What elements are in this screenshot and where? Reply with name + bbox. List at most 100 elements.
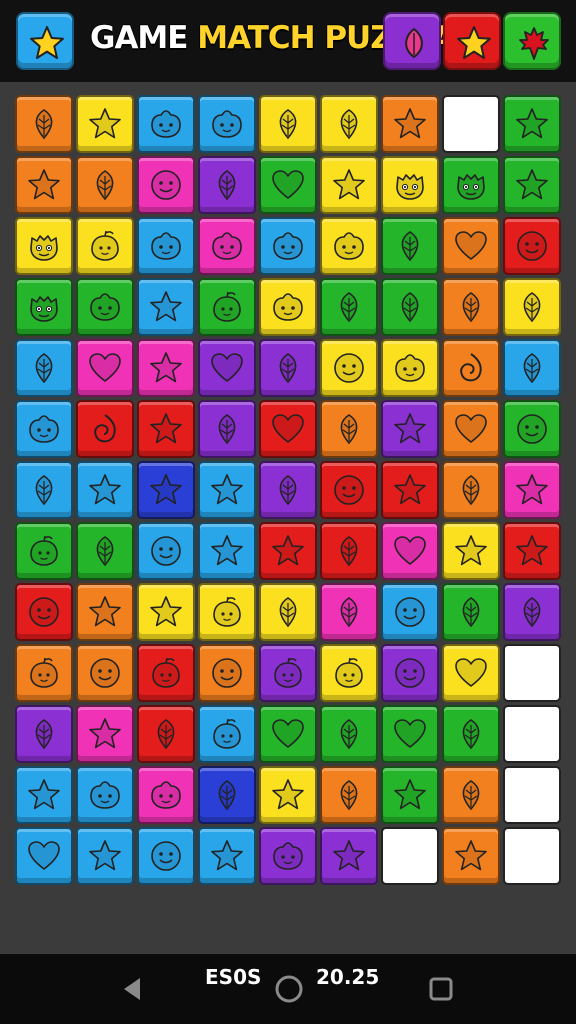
leaf-tile[interactable]	[259, 583, 317, 641]
leaf-tile[interactable]	[503, 583, 561, 641]
heart-tile[interactable]	[198, 339, 256, 397]
star-tile[interactable]	[503, 522, 561, 580]
leaf-tile[interactable]	[15, 705, 73, 763]
leaf-tile[interactable]	[137, 705, 195, 763]
leaf-tile[interactable]	[320, 583, 378, 641]
face-tile[interactable]	[503, 400, 561, 458]
blob-tile[interactable]	[198, 95, 256, 153]
blob-tile[interactable]	[259, 278, 317, 336]
star-tile[interactable]	[137, 339, 195, 397]
monster-tile[interactable]	[15, 217, 73, 275]
leaf-tile[interactable]	[76, 156, 134, 214]
blob-tile[interactable]	[137, 95, 195, 153]
star-tile[interactable]	[503, 156, 561, 214]
star-tile[interactable]	[442, 827, 500, 885]
face-tile[interactable]	[320, 461, 378, 519]
blob-tile[interactable]	[137, 217, 195, 275]
fruit-tile[interactable]	[198, 705, 256, 763]
leaf-tile[interactable]	[503, 339, 561, 397]
face-tile[interactable]	[503, 217, 561, 275]
leaf-tile[interactable]	[381, 217, 439, 275]
blob-tile[interactable]	[198, 217, 256, 275]
leaf-tile[interactable]	[15, 339, 73, 397]
recents-icon[interactable]	[428, 976, 454, 1002]
heart-tile[interactable]	[259, 156, 317, 214]
leaf-tile[interactable]	[198, 156, 256, 214]
star-tile[interactable]	[137, 461, 195, 519]
swirl-tile[interactable]	[442, 339, 500, 397]
star-tile[interactable]	[381, 95, 439, 153]
star-tile[interactable]	[259, 766, 317, 824]
face-tile[interactable]	[76, 644, 134, 702]
star-tile[interactable]	[503, 95, 561, 153]
leaf-tile[interactable]	[442, 766, 500, 824]
leaf-tile[interactable]	[259, 95, 317, 153]
heart-tile[interactable]	[259, 705, 317, 763]
star-tile[interactable]	[76, 827, 134, 885]
empty-tile[interactable]	[503, 705, 561, 763]
heart-tile[interactable]	[442, 217, 500, 275]
leaf-tile[interactable]	[320, 522, 378, 580]
leaf-tile[interactable]	[503, 278, 561, 336]
leaf-tile[interactable]	[320, 278, 378, 336]
leaf-tile[interactable]	[259, 461, 317, 519]
monster-tile[interactable]	[15, 278, 73, 336]
blob-tile[interactable]	[259, 217, 317, 275]
monster-tile[interactable]	[442, 156, 500, 214]
face-tile[interactable]	[137, 522, 195, 580]
star-tile[interactable]	[76, 583, 134, 641]
star-tile[interactable]	[442, 522, 500, 580]
blob-tile[interactable]	[259, 827, 317, 885]
empty-tile[interactable]	[442, 95, 500, 153]
empty-tile[interactable]	[503, 644, 561, 702]
swirl-tile[interactable]	[76, 400, 134, 458]
star-tile[interactable]	[137, 400, 195, 458]
leaf-tile[interactable]	[198, 400, 256, 458]
leaf-tile[interactable]	[76, 522, 134, 580]
face-tile[interactable]	[320, 339, 378, 397]
leaf-tile[interactable]	[320, 766, 378, 824]
fruit-tile[interactable]	[76, 217, 134, 275]
star-tile[interactable]	[381, 461, 439, 519]
heart-tile[interactable]	[381, 705, 439, 763]
leaf-power-button[interactable]	[383, 12, 441, 70]
leaf-tile[interactable]	[442, 278, 500, 336]
star-tile[interactable]	[76, 461, 134, 519]
star-tile[interactable]	[381, 766, 439, 824]
heart-tile[interactable]	[15, 827, 73, 885]
empty-tile[interactable]	[503, 766, 561, 824]
home-icon[interactable]	[274, 974, 304, 1004]
blob-tile[interactable]	[76, 278, 134, 336]
fruit-tile[interactable]	[15, 522, 73, 580]
fruit-tile[interactable]	[15, 644, 73, 702]
star-tile[interactable]	[15, 156, 73, 214]
leaf-tile[interactable]	[15, 95, 73, 153]
face-tile[interactable]	[137, 827, 195, 885]
star-tile[interactable]	[76, 705, 134, 763]
blob-tile[interactable]	[137, 766, 195, 824]
leaf-tile[interactable]	[15, 461, 73, 519]
star-tile[interactable]	[76, 95, 134, 153]
blob-tile[interactable]	[320, 217, 378, 275]
star-tile[interactable]	[259, 522, 317, 580]
fruit-tile[interactable]	[320, 644, 378, 702]
star-tile[interactable]	[198, 827, 256, 885]
star-tile[interactable]	[320, 156, 378, 214]
back-icon[interactable]	[120, 976, 144, 1002]
face-tile[interactable]	[137, 156, 195, 214]
star-tile[interactable]	[320, 827, 378, 885]
fruit-tile[interactable]	[198, 583, 256, 641]
leaf-tile[interactable]	[320, 400, 378, 458]
leaf-tile[interactable]	[381, 278, 439, 336]
heart-tile[interactable]	[76, 339, 134, 397]
leaf-tile[interactable]	[259, 339, 317, 397]
face-tile[interactable]	[15, 583, 73, 641]
heart-tile[interactable]	[259, 400, 317, 458]
star-tile[interactable]	[137, 278, 195, 336]
face-tile[interactable]	[198, 644, 256, 702]
star-tile[interactable]	[198, 522, 256, 580]
leaf-tile[interactable]	[320, 95, 378, 153]
leaf-tile[interactable]	[442, 461, 500, 519]
heart-tile[interactable]	[381, 522, 439, 580]
star-tile[interactable]	[381, 400, 439, 458]
